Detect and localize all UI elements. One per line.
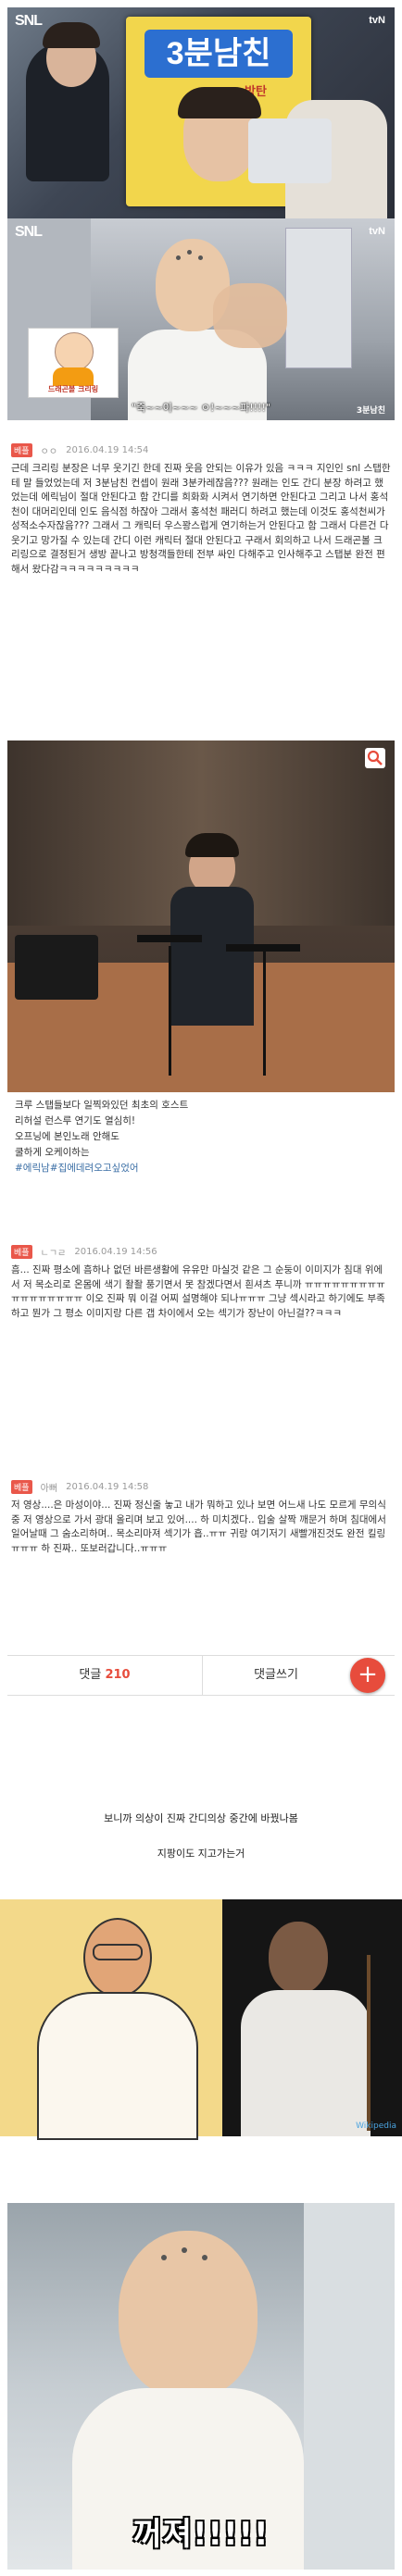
comment-date: 2016.04.19 14:58 [66, 1482, 149, 1492]
amplifier [15, 935, 98, 1000]
gandhi-actor-head [269, 1922, 328, 1994]
snl-logo: SNL [15, 13, 43, 29]
comment-date: 2016.04.19 14:56 [74, 1247, 157, 1257]
snl-logo: SNL [15, 224, 43, 240]
gandhi-actor-photo: Wikipedia [222, 1899, 402, 2136]
comment-text: 근데 크리링 분장은 너무 웃기긴 한데 진짜 웃음 안되는 이유가 있음 ㅋㅋ… [11, 463, 391, 575]
krillin-cartoon-body [53, 367, 94, 386]
gandhi-actor-robe [241, 1990, 371, 2136]
corner-tag: 3분남친 [356, 406, 385, 416]
video-frame-ending: 꺼져!!!!! [7, 2203, 395, 2570]
krillin-inset: 드래곤볼 크리링 [28, 328, 119, 398]
krillin-cartoon-head [55, 332, 94, 371]
comment-header: 베플 ㄴㄱㄹ 2016.04.19 14:56 [7, 1237, 395, 1263]
person-body [170, 887, 254, 1026]
book-face-hair [178, 87, 261, 118]
comment-bar: 댓글 210 댓글쓰기 + [7, 1655, 395, 1696]
best-comment-badge: 베플 [11, 1245, 32, 1259]
gandhi-cartoon [0, 1899, 222, 2140]
video-frame-krillin: 드래곤볼 크리링 "죽~~이~~~ ㅇ!~~~파!!!!" SNL tvN 3분… [7, 218, 395, 420]
add-comment-fab[interactable]: + [350, 1658, 385, 1693]
comment-author: ㅇㅇ [40, 447, 58, 457]
caption-line: 크루 스탭들보다 일찍와있던 최초의 호스트 [15, 1100, 189, 1111]
stand-pole [263, 952, 266, 1076]
comment-author: 아뻐 [40, 1484, 58, 1494]
forehead-dot [202, 2255, 207, 2260]
gandhi-cartoon-glasses [93, 1944, 143, 1960]
hand [213, 283, 287, 348]
person-hair [185, 833, 239, 857]
rehearsal-photo [7, 740, 395, 1092]
inset-label: 드래곤볼 크리링 [47, 385, 99, 393]
caption-line: 오프닝에 본인노래 안해도 [15, 1131, 119, 1142]
middle-text-line-2: 지팡이도 지고가는거 [157, 1848, 245, 1860]
photo-caption: 크루 스탭들보다 일찍와있던 최초의 호스트 리허설 런스루 연기도 열심히! … [7, 1092, 395, 1231]
bald-head [119, 2231, 258, 2397]
comment-1: 베플 ㅇㅇ 2016.04.19 14:54 근데 크리링 분장은 너무 웃기긴… [7, 435, 395, 731]
music-stand [226, 944, 300, 952]
video-frame-book: 3분남친 방탄 SNL tvN [7, 7, 395, 218]
middle-text-line-1: 보니까 의상이 진짜 간디의상 중간에 바꿨나봄 [104, 1812, 298, 1824]
comment-header: 베플 ㅇㅇ 2016.04.19 14:54 [7, 435, 395, 462]
caption-line: 쿨하게 오케이하는 [15, 1147, 90, 1158]
watermark: Wikipedia [356, 2122, 396, 2131]
video-subtitle: "죽~~이~~~ ㅇ!~~~파!!!!" [132, 402, 270, 414]
forehead-dot [176, 255, 181, 260]
comments-count-button[interactable]: 댓글 210 [7, 1656, 203, 1695]
caption-hashtag[interactable]: #에릭남#집에데려오고싶었어 [15, 1161, 387, 1176]
gandhi-cartoon-body [37, 1992, 198, 2140]
tvn-logo: tvN [369, 226, 385, 237]
walking-stick [367, 1955, 371, 2131]
comment-header: 베플 아뻐 2016.04.19 14:58 [7, 1472, 395, 1499]
tvn-logo: tvN [369, 15, 385, 26]
comment-text: 흠... 진짜 평소에 흠하나 없던 바른생활에 유유만 마실것 같은 그 순둥… [11, 1264, 385, 1319]
search-icon[interactable] [365, 748, 385, 768]
comment-2: 베플 ㄴㄱㄹ 2016.04.19 14:56 흠... 진짜 평소에 흠하나 … [7, 1237, 395, 1459]
background-fridge [285, 228, 352, 368]
person-left-hair [43, 22, 100, 48]
forehead-dot [198, 255, 203, 260]
best-comment-badge: 베플 [11, 1480, 32, 1494]
stand-pole [169, 946, 171, 1076]
forehead-dot [182, 2247, 187, 2253]
forehead-dot [187, 250, 192, 255]
book-title: 3분남친 [144, 30, 293, 78]
photo-card [248, 118, 332, 183]
comment-date: 2016.04.19 14:54 [66, 445, 149, 455]
comment-text: 저 영상....은 마성이야... 진짜 정신줄 놓고 내가 뭐하고 있나 보면… [11, 1500, 386, 1554]
comments-count: 210 [105, 1668, 131, 1682]
comments-label: 댓글 [79, 1668, 102, 1682]
best-comment-badge: 베플 [11, 443, 32, 457]
forehead-dot [161, 2255, 167, 2260]
caption-line: 리허설 런스루 연기도 열심히! [15, 1115, 136, 1126]
write-comment-button[interactable]: 댓글쓰기 [202, 1656, 350, 1695]
comment-author: ㄴㄱㄹ [40, 1249, 67, 1259]
ending-subtitle: 꺼져!!!!! [132, 2516, 270, 2553]
music-stand [137, 935, 202, 942]
comment-3: 베플 아뻐 2016.04.19 14:58 저 영상....은 마성이야...… [7, 1472, 395, 1648]
